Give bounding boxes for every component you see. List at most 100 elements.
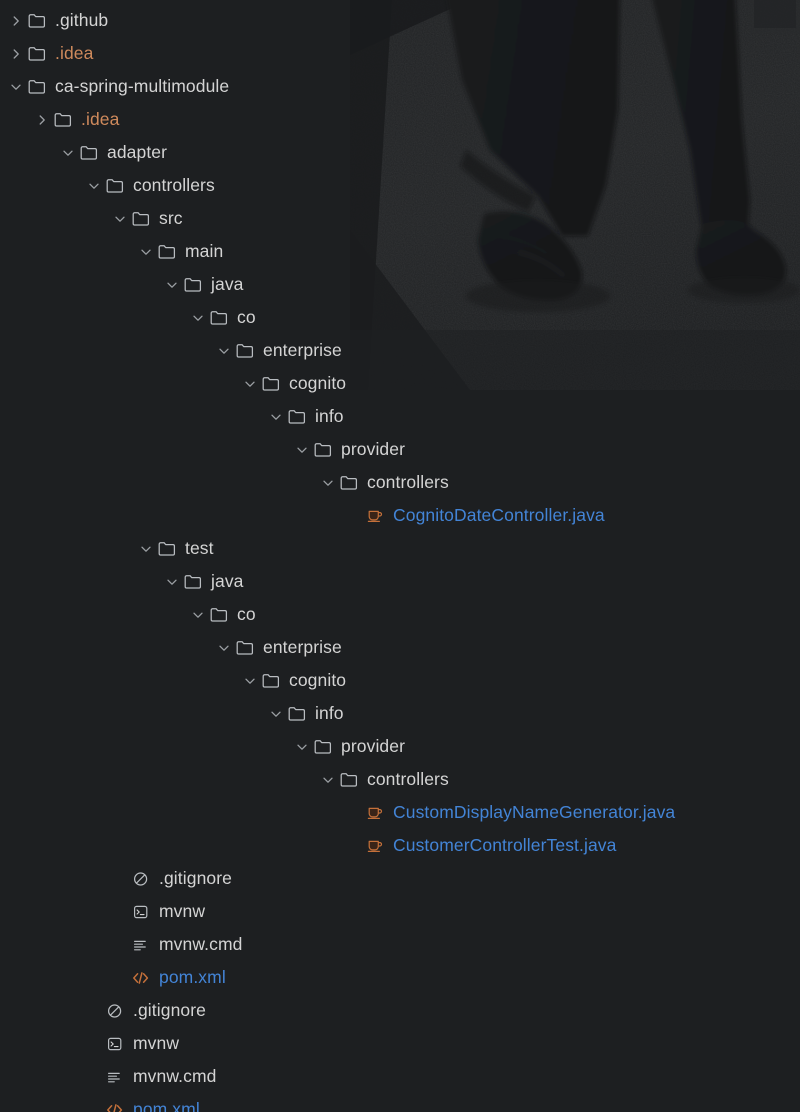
tree-file-row[interactable]: CustomerControllerTest.java <box>344 829 616 862</box>
chevron-down-icon[interactable] <box>58 136 78 169</box>
tree-item-label: java <box>211 571 244 591</box>
tree-folder-row[interactable]: test <box>136 532 214 565</box>
tree-folder-row[interactable]: adapter <box>58 136 167 169</box>
chevron-down-icon[interactable] <box>292 433 312 466</box>
tree-folder-row[interactable]: cognito <box>240 367 346 400</box>
folder-icon <box>156 235 178 268</box>
tree-folder-row[interactable]: java <box>162 565 244 598</box>
folder-icon <box>234 334 256 367</box>
chevron-down-icon[interactable] <box>214 334 234 367</box>
xml-icon <box>104 1093 126 1112</box>
folder-icon <box>260 664 282 697</box>
tree-file-row[interactable]: pom.xml <box>110 961 226 994</box>
tree-folder-row[interactable]: provider <box>292 730 405 763</box>
folder-icon <box>156 532 178 565</box>
tree-file-row[interactable]: .gitignore <box>110 862 232 895</box>
chevron-down-icon[interactable] <box>162 268 182 301</box>
chevron-down-icon[interactable] <box>136 235 156 268</box>
tree-folder-row[interactable]: src <box>110 202 183 235</box>
tree-file-row[interactable]: CustomDisplayNameGenerator.java <box>344 796 675 829</box>
chevron-right-icon[interactable] <box>6 4 26 37</box>
tree-file-row[interactable]: mvnw <box>110 895 205 928</box>
chevron-down-icon[interactable] <box>214 631 234 664</box>
chevron-down-icon[interactable] <box>84 169 104 202</box>
tree-item-label: CognitoDateController.java <box>393 505 605 525</box>
folder-icon <box>312 730 334 763</box>
tree-file-row[interactable]: CognitoDateController.java <box>344 499 605 532</box>
tree-file-row[interactable]: mvnw.cmd <box>84 1060 216 1093</box>
tree-item-label: CustomerControllerTest.java <box>393 835 617 855</box>
tree-item-label: test <box>185 538 214 558</box>
tree-folder-row[interactable]: controllers <box>84 169 215 202</box>
tree-item-label: enterprise <box>263 340 342 360</box>
tree-item-label: .gitignore <box>133 1000 206 1020</box>
tree-item-label: pom.xml <box>133 1099 200 1112</box>
chevron-down-icon[interactable] <box>318 763 338 796</box>
project-file-tree[interactable]: .github .idea ca-spring-multimodule .idea ad… <box>0 0 800 1112</box>
chevron-down-icon[interactable] <box>162 565 182 598</box>
tree-folder-row[interactable]: main <box>136 235 223 268</box>
chevron-down-icon[interactable] <box>292 730 312 763</box>
tree-folder-row[interactable]: .idea <box>6 37 93 70</box>
tree-item-label: .idea <box>81 109 120 129</box>
tree-item-label: mvnw <box>159 901 206 921</box>
folder-icon <box>260 367 282 400</box>
tree-folder-row[interactable]: java <box>162 268 244 301</box>
tree-item-label: mvnw.cmd <box>133 1066 217 1086</box>
tree-folder-row[interactable]: .idea <box>32 103 119 136</box>
chevron-down-icon[interactable] <box>188 301 208 334</box>
chevron-down-icon[interactable] <box>6 70 26 103</box>
tree-item-label: CustomDisplayNameGenerator.java <box>393 802 676 822</box>
terminal-icon <box>130 895 152 928</box>
chevron-down-icon[interactable] <box>110 202 130 235</box>
tree-folder-row[interactable]: co <box>188 301 256 334</box>
tree-file-row[interactable]: .gitignore <box>84 994 206 1027</box>
tree-folder-row[interactable]: controllers <box>318 763 449 796</box>
tree-folder-row[interactable]: co <box>188 598 256 631</box>
folder-icon <box>78 136 100 169</box>
tree-file-row[interactable]: mvnw.cmd <box>110 928 242 961</box>
chevron-down-icon[interactable] <box>318 466 338 499</box>
tree-folder-row[interactable]: .github <box>6 4 108 37</box>
tree-folder-row[interactable]: info <box>266 400 344 433</box>
tree-folder-row[interactable]: info <box>266 697 344 730</box>
gitignore-icon <box>130 862 152 895</box>
chevron-down-icon[interactable] <box>240 367 260 400</box>
chevron-down-icon[interactable] <box>266 697 286 730</box>
chevron-right-icon[interactable] <box>32 103 52 136</box>
chevron-down-icon[interactable] <box>266 400 286 433</box>
folder-icon <box>26 37 48 70</box>
tree-item-label: .github <box>55 10 109 30</box>
tree-file-row[interactable]: mvnw <box>84 1027 179 1060</box>
folder-icon <box>26 70 48 103</box>
tree-item-label: enterprise <box>263 637 342 657</box>
tree-folder-row[interactable]: enterprise <box>214 631 342 664</box>
folder-icon <box>130 202 152 235</box>
chevron-down-icon[interactable] <box>188 598 208 631</box>
tree-folder-row[interactable]: ca-spring-multimodule <box>6 70 229 103</box>
folder-icon <box>286 697 308 730</box>
chevron-down-icon[interactable] <box>136 532 156 565</box>
tree-folder-row[interactable]: enterprise <box>214 334 342 367</box>
tree-item-label: mvnw.cmd <box>159 934 243 954</box>
tree-folder-row[interactable]: controllers <box>318 466 449 499</box>
folder-icon <box>208 301 230 334</box>
tree-file-row[interactable]: pom.xml <box>84 1093 200 1112</box>
tree-item-label: ca-spring-multimodule <box>55 76 230 96</box>
chevron-right-icon[interactable] <box>6 37 26 70</box>
tree-folder-row[interactable]: cognito <box>240 664 346 697</box>
terminal-icon <box>104 1027 126 1060</box>
folder-icon <box>208 598 230 631</box>
tree-folder-row[interactable]: provider <box>292 433 405 466</box>
chevron-down-icon[interactable] <box>240 664 260 697</box>
tree-item-label: cognito <box>289 670 347 690</box>
tree-item-label: co <box>237 604 256 624</box>
